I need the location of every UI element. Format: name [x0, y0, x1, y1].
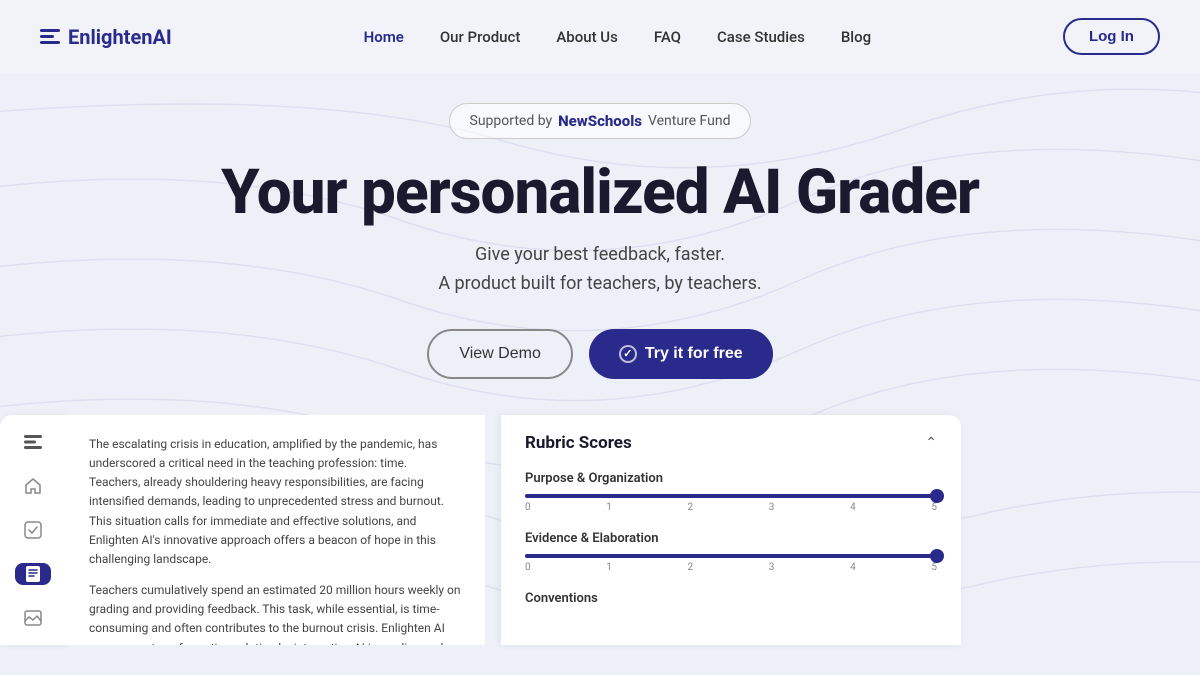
hero-subline1: Give your best feedback, faster. — [0, 241, 1200, 270]
text-para2: Teachers cumulatively spend an estimated… — [89, 581, 461, 645]
rubric-title: Rubric Scores — [525, 433, 632, 453]
slider-fill-evidence — [525, 554, 937, 558]
slider-fill-purpose — [525, 494, 937, 498]
rubric-header: Rubric Scores ⌃ — [525, 433, 937, 453]
bottom-panel: The escalating crisis in education, ampl… — [0, 415, 1200, 645]
rubric-chevron-icon[interactable]: ⌃ — [925, 435, 937, 451]
slider-track-evidence — [525, 554, 937, 558]
slider-track-purpose — [525, 494, 937, 498]
nav-home[interactable]: Home — [364, 28, 404, 46]
badge-suffix: Venture Fund — [648, 113, 731, 129]
nav-blog[interactable]: Blog — [841, 28, 871, 46]
sidebar-list-icon[interactable] — [15, 431, 51, 453]
rubric-label-purpose: Purpose & Organization — [525, 471, 937, 486]
sidebar-doc-icon[interactable] — [15, 563, 51, 585]
rubric-item-conventions: Conventions — [525, 591, 937, 606]
main-nav: Home Our Product About Us FAQ Case Studi… — [364, 28, 872, 46]
logo-icon — [40, 29, 60, 44]
sidebar-image-icon[interactable] — [15, 607, 51, 629]
nav-about[interactable]: About Us — [556, 28, 618, 46]
view-demo-button[interactable]: View Demo — [427, 329, 573, 379]
badge-brand: NewSchools — [558, 112, 642, 130]
header: EnlightenAI Home Our Product About Us FA… — [0, 0, 1200, 73]
hero-subline2: A product built for teachers, by teacher… — [0, 270, 1200, 299]
left-sidebar — [0, 415, 65, 645]
rubric-label-evidence: Evidence & Elaboration — [525, 531, 937, 546]
text-panel: The escalating crisis in education, ampl… — [65, 415, 485, 645]
rubric-item-purpose: Purpose & Organization 0 1 2 3 4 5 — [525, 471, 937, 513]
nav-product[interactable]: Our Product — [440, 28, 521, 46]
logo[interactable]: EnlightenAI — [40, 25, 172, 49]
hero-headline: Your personalized AI Grader — [0, 159, 1200, 227]
hero-subtext: Give your best feedback, faster. A produ… — [0, 241, 1200, 299]
hero-section: Supported by NewSchools Venture Fund You… — [0, 73, 1200, 379]
sidebar-check-icon[interactable] — [15, 519, 51, 541]
slider-thumb-evidence — [930, 549, 944, 563]
rubric-label-conventions: Conventions — [525, 591, 937, 606]
hero-buttons: View Demo ✓ Try it for free — [0, 329, 1200, 379]
logo-text: EnlightenAI — [68, 25, 172, 49]
text-para1: The escalating crisis in education, ampl… — [89, 435, 461, 569]
rubric-item-evidence: Evidence & Elaboration 0 1 2 3 4 5 — [525, 531, 937, 573]
slider-ticks-evidence: 0 1 2 3 4 5 — [525, 562, 937, 573]
check-circle-icon: ✓ — [619, 345, 637, 363]
slider-evidence[interactable]: 0 1 2 3 4 5 — [525, 554, 937, 573]
nav-case-studies[interactable]: Case Studies — [717, 28, 805, 46]
try-free-label: Try it for free — [645, 345, 743, 363]
try-free-button[interactable]: ✓ Try it for free — [589, 329, 773, 379]
sidebar-home-icon[interactable] — [15, 475, 51, 497]
login-button[interactable]: Log In — [1063, 18, 1160, 55]
rubric-panel: Rubric Scores ⌃ Purpose & Organization 0… — [501, 415, 961, 645]
supported-badge: Supported by NewSchools Venture Fund — [449, 103, 752, 139]
slider-thumb-purpose — [930, 489, 944, 503]
slider-ticks-purpose: 0 1 2 3 4 5 — [525, 502, 937, 513]
slider-purpose[interactable]: 0 1 2 3 4 5 — [525, 494, 937, 513]
badge-prefix: Supported by — [470, 113, 553, 129]
nav-faq[interactable]: FAQ — [654, 28, 681, 46]
